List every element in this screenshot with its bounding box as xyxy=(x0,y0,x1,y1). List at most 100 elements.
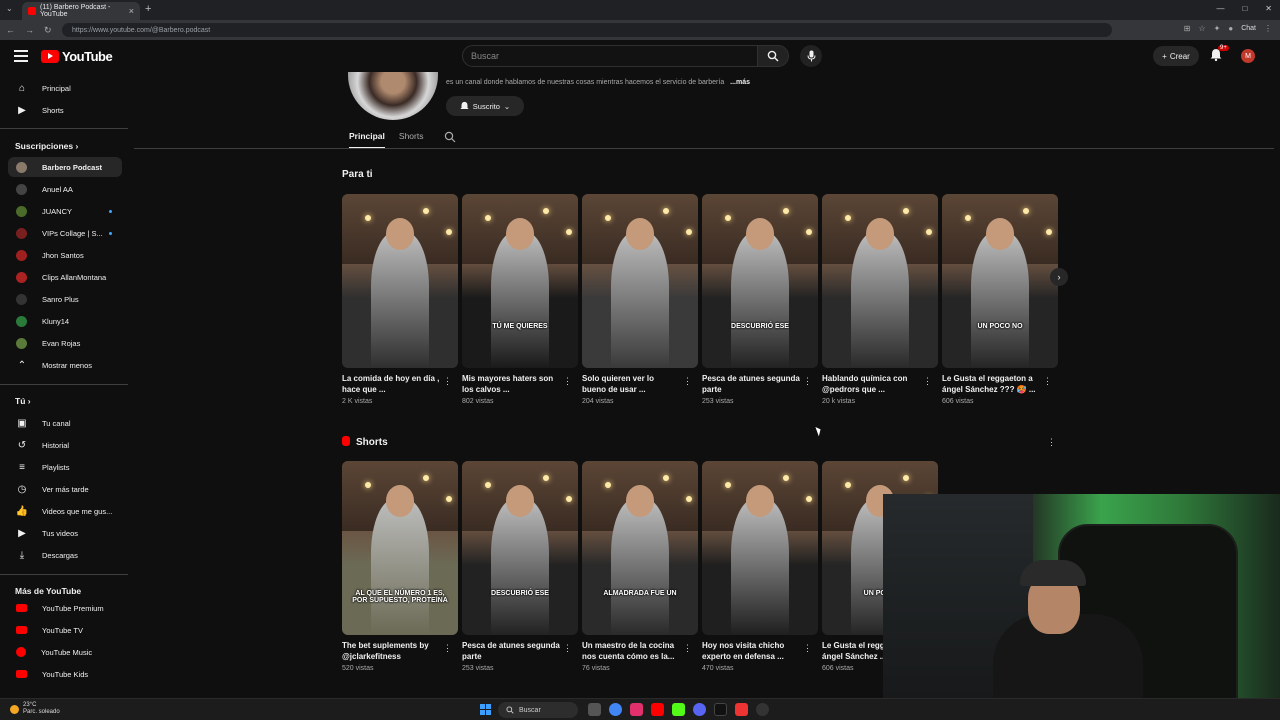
shorts-menu-icon[interactable]: ⋮ xyxy=(1047,437,1056,448)
more-actions-icon[interactable]: ⋮ xyxy=(1043,376,1052,387)
video-title[interactable]: Le Gusta el reggaeton a ángel Sánchez ??… xyxy=(942,373,1040,395)
more-actions-icon[interactable]: ⋮ xyxy=(563,643,572,654)
kick-icon[interactable] xyxy=(672,703,685,716)
tiktok-icon[interactable] xyxy=(714,703,727,716)
app-icon[interactable] xyxy=(735,703,748,716)
channel-description[interactable]: es un canal donde hablamos de nuestras c… xyxy=(446,79,750,86)
subscribed-button[interactable]: Suscrito ⌄ xyxy=(446,96,524,116)
video-card[interactable]: Solo quieren ver lo bueno de usar ... 204… xyxy=(582,194,698,405)
video-card[interactable]: UN POCO NO Le Gusta el reggaeton a ángel … xyxy=(942,194,1058,405)
sidebar-item-barbero-podcast[interactable]: Barbero Podcast xyxy=(8,157,122,177)
video-title[interactable]: The bet suplements by @jclarkefitness xyxy=(342,640,440,662)
sidebar-item-tu-canal[interactable]: ▣ Tu canal xyxy=(8,413,122,433)
sidebar-item-youtube-music[interactable]: YouTube Music xyxy=(8,642,122,662)
sidebar-item-kluny14[interactable]: Kluny14 xyxy=(8,311,122,331)
puzzle-icon[interactable]: ✦ xyxy=(1214,24,1221,33)
create-button[interactable]: + Crear xyxy=(1153,46,1199,66)
video-title[interactable]: Pesca de atunes segunda parte xyxy=(702,373,800,395)
sidebar-item-shorts[interactable]: ▶ Shorts xyxy=(8,100,122,120)
video-title[interactable]: Solo quieren ver lo bueno de usar ... xyxy=(582,373,680,395)
video-thumbnail[interactable]: AL QUE EL NÚMERO 1 ES, POR SUPUESTO, PRO… xyxy=(342,461,458,635)
search-input[interactable]: Buscar xyxy=(462,45,758,67)
sidebar-item-juancy[interactable]: JUANCY xyxy=(8,201,122,221)
account-avatar[interactable]: M xyxy=(1241,49,1255,63)
weather-widget[interactable]: 23°C Parc. soleado xyxy=(10,702,60,716)
obs-icon[interactable] xyxy=(756,703,769,716)
sidebar-item-youtube-tv[interactable]: YouTube TV xyxy=(8,620,122,640)
sidebar-item-descargas[interactable]: ⤓ Descargas xyxy=(8,545,122,565)
forward-icon[interactable]: → xyxy=(25,25,34,35)
sidebar-item-liked-videos[interactable]: 👍 Videos que me gus... xyxy=(8,501,122,521)
you-heading[interactable]: Tú › xyxy=(15,396,31,406)
search-button[interactable] xyxy=(757,45,789,67)
chat-button[interactable]: Chat xyxy=(1241,25,1256,32)
chrome-icon[interactable] xyxy=(609,703,622,716)
tab-close-icon[interactable]: × xyxy=(129,6,134,16)
video-card[interactable]: ALMADRADA FUE UN Un maestro de la cocina … xyxy=(582,461,698,672)
sidebar-item-ver-mas-tarde[interactable]: ◷ Ver más tarde xyxy=(8,479,122,499)
browser-tab[interactable]: (11) Barbero Podcast - YouTube × xyxy=(22,2,140,20)
video-thumbnail[interactable] xyxy=(582,194,698,368)
menu-icon[interactable] xyxy=(14,50,28,62)
sidebar-item-jhon-santos[interactable]: Jhon Santos xyxy=(8,245,122,265)
minimize-icon[interactable]: — xyxy=(1216,4,1224,13)
video-title[interactable]: Mis mayores haters son los calvos ... xyxy=(462,373,560,395)
sidebar-item-youtube-kids[interactable]: YouTube Kids xyxy=(8,664,122,684)
channel-avatar-large[interactable] xyxy=(348,72,438,120)
more-actions-icon[interactable]: ⋮ xyxy=(443,643,452,654)
close-window-icon[interactable]: ✕ xyxy=(1265,4,1272,13)
video-card[interactable]: Hablando química con @pedrors que ... 20 … xyxy=(822,194,938,405)
video-title[interactable]: Pesca de atunes segunda parte xyxy=(462,640,560,662)
video-card[interactable]: DESCUBRIÓ ESE Pesca de atunes segunda par… xyxy=(462,461,578,672)
video-title[interactable]: Un maestro de la cocina nos cuenta cómo … xyxy=(582,640,680,662)
star-icon[interactable]: ☆ xyxy=(1198,24,1205,33)
sidebar-item-tus-videos[interactable]: ▶ Tus videos xyxy=(8,523,122,543)
address-bar[interactable]: https://www.youtube.com/@Barbero.podcast xyxy=(62,23,1112,37)
instagram-icon[interactable] xyxy=(630,703,643,716)
youtube-app-icon[interactable] xyxy=(651,703,664,716)
more-actions-icon[interactable]: ⋮ xyxy=(683,376,692,387)
video-thumbnail[interactable]: DESCUBRIÓ ESE xyxy=(462,461,578,635)
video-thumbnail[interactable]: DESCUBRIÓ ESE xyxy=(702,194,818,368)
tab-shorts[interactable]: Shorts xyxy=(399,131,424,149)
tab-principal[interactable]: Principal xyxy=(349,131,385,149)
show-less-button[interactable]: ⌃ Mostrar menos xyxy=(8,355,122,375)
voice-search-button[interactable] xyxy=(800,45,822,67)
sidebar-item-anuel-aa[interactable]: Anuel AA xyxy=(8,179,122,199)
more-link[interactable]: ...más xyxy=(730,79,750,86)
tab-list-icon[interactable]: ⌄ xyxy=(6,4,13,13)
subscriptions-heading[interactable]: Suscripciones › xyxy=(15,141,78,151)
new-tab-icon[interactable]: + xyxy=(145,3,151,15)
sidebar-item-playlists[interactable]: ≡ Playlists xyxy=(8,457,122,477)
more-actions-icon[interactable]: ⋮ xyxy=(803,643,812,654)
discord-icon[interactable] xyxy=(693,703,706,716)
reload-icon[interactable]: ↻ xyxy=(44,25,52,36)
sidebar-item-sanro-plus[interactable]: Sanro Plus xyxy=(8,289,122,309)
youtube-logo[interactable]: YouTube xyxy=(41,49,113,64)
sidebar-item-principal[interactable]: ⌂ Principal xyxy=(8,78,122,98)
video-thumbnail[interactable] xyxy=(702,461,818,635)
extension-icon[interactable]: ⊞ xyxy=(1184,24,1191,33)
sidebar-item-vips-collage[interactable]: VIPs Collage | S... xyxy=(8,223,122,243)
windows-start-icon[interactable] xyxy=(480,704,491,715)
sidebar-item-evan-rojas[interactable]: Evan Rojas xyxy=(8,333,122,353)
more-actions-icon[interactable]: ⋮ xyxy=(923,376,932,387)
video-title[interactable]: La comida de hoy en día , hace que ... xyxy=(342,373,440,395)
video-card[interactable]: DESCUBRIÓ ESE Pesca de atunes segunda par… xyxy=(702,194,818,405)
maximize-icon[interactable]: □ xyxy=(1242,4,1247,13)
video-title[interactable]: Hoy nos visita chicho experto en defensa… xyxy=(702,640,800,662)
back-icon[interactable]: ← xyxy=(6,25,15,35)
taskbar-search[interactable]: Buscar xyxy=(498,702,578,718)
sidebar-item-clips-allanmontana[interactable]: Clips AllanMontana xyxy=(8,267,122,287)
sidebar-item-youtube-premium[interactable]: YouTube Premium xyxy=(8,598,122,618)
video-thumbnail[interactable]: UN POCO NO xyxy=(942,194,1058,368)
video-thumbnail[interactable]: TÚ ME QUIERES xyxy=(462,194,578,368)
video-title[interactable]: Hablando química con @pedrors que ... xyxy=(822,373,920,395)
video-card[interactable]: AL QUE EL NÚMERO 1 ES, POR SUPUESTO, PRO… xyxy=(342,461,458,672)
browser-menu-icon[interactable]: ⋮ xyxy=(1264,24,1272,33)
more-actions-icon[interactable]: ⋮ xyxy=(563,376,572,387)
video-thumbnail[interactable] xyxy=(342,194,458,368)
more-actions-icon[interactable]: ⋮ xyxy=(443,376,452,387)
profile-icon[interactable]: ● xyxy=(1228,24,1233,33)
file-explorer-icon[interactable] xyxy=(588,703,601,716)
